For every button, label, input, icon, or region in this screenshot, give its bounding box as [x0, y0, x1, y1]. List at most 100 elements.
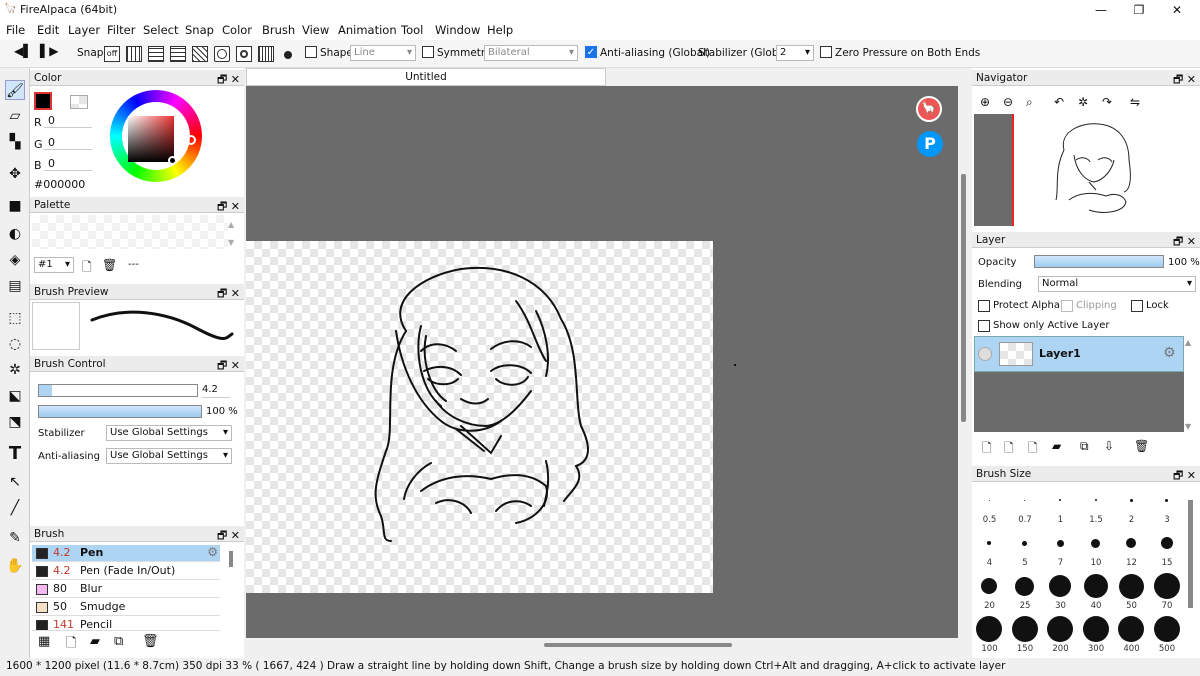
snap-diagonal-icon[interactable]	[192, 46, 208, 62]
snap-horizontal-icon[interactable]	[170, 46, 186, 62]
brush-size-option[interactable]: 70	[1150, 570, 1185, 613]
palette-swatches[interactable]	[32, 215, 228, 249]
brush-size-option[interactable]: 400	[1114, 613, 1149, 656]
merge-down-icon[interactable]: ⇩	[1104, 439, 1114, 453]
brush-size-option[interactable]: 4	[972, 527, 1007, 570]
bucket-tool-icon[interactable]: ◈	[5, 250, 25, 270]
brush-size-option[interactable]: 200	[1043, 613, 1078, 656]
brush-size-option[interactable]: 10	[1079, 527, 1114, 570]
brush-size-option[interactable]: 30	[1043, 570, 1078, 613]
menu-help[interactable]: Help	[487, 23, 513, 37]
new-8bit-layer-icon[interactable]: 🗋	[1004, 439, 1014, 460]
menu-select[interactable]: Select	[143, 23, 178, 37]
saturation-value-square[interactable]	[128, 116, 174, 162]
snap-radial-icon[interactable]	[236, 46, 252, 62]
brush-size-slider[interactable]	[38, 384, 198, 397]
brush-size-scrollbar[interactable]	[1188, 500, 1193, 608]
vertical-scrollbar[interactable]	[958, 86, 972, 638]
brush-size-option[interactable]: 2	[1114, 484, 1149, 527]
new-layer-icon[interactable]: 🗋	[982, 439, 992, 460]
brush-opacity-value[interactable]: 100 %	[206, 406, 238, 417]
folder-icon[interactable]: ▰	[1052, 439, 1061, 453]
brush-antialias-select[interactable]: Use Global Settings ▾	[106, 448, 232, 464]
brush-size-option[interactable]: 300	[1079, 613, 1114, 656]
dot-tool-icon[interactable]: ▚	[5, 132, 25, 152]
panel-controls-icon[interactable]: 🗗 ✕	[1173, 233, 1196, 252]
brush-size-option[interactable]: 7	[1043, 527, 1078, 570]
menu-tool[interactable]: Tool	[401, 23, 423, 37]
rotate-right-icon[interactable]: ↷	[1102, 95, 1112, 109]
brush-size-option[interactable]: 3	[1150, 484, 1185, 527]
snap-perspective-icon[interactable]	[258, 46, 274, 62]
b-input[interactable]: 0	[44, 157, 92, 171]
menu-filter[interactable]: Filter	[107, 23, 135, 37]
snap-settings-icon[interactable]	[284, 51, 292, 59]
drawing-canvas[interactable]	[246, 241, 713, 593]
snap-parallel-icon[interactable]	[126, 46, 142, 62]
next-frame-icon[interactable]: ▌▶	[40, 44, 58, 58]
canvas-viewport[interactable]: 🦙 P	[246, 86, 958, 638]
select-eraser-tool-icon[interactable]: ⬔	[5, 412, 25, 432]
text-tool-icon[interactable]: T	[5, 444, 25, 464]
rotate-left-icon[interactable]: ↶	[1054, 95, 1064, 109]
brush-item-pen-fade[interactable]: 4.2 Pen (Fade In/Out)	[32, 563, 220, 580]
snap-grid-icon[interactable]	[148, 46, 164, 62]
brush-size-value[interactable]: 4.2	[202, 384, 230, 398]
brush-size-option[interactable]: 0.7	[1008, 484, 1043, 527]
prev-frame-icon[interactable]: ◀▌	[14, 44, 32, 58]
brush-item-smudge[interactable]: 50 Smudge	[32, 599, 220, 616]
select-tool-icon[interactable]: ⬚	[5, 308, 25, 328]
divide-tool-icon[interactable]: ╱	[5, 498, 25, 518]
brush-tool-icon[interactable]: 🖌	[5, 80, 25, 100]
brush-size-option[interactable]: 20	[972, 570, 1007, 613]
color-picker-handle[interactable]	[168, 156, 177, 165]
lasso-tool-icon[interactable]: ◌	[5, 334, 25, 354]
duplicate-layer-icon[interactable]: ⧉	[1080, 439, 1089, 454]
snap-concentric-icon[interactable]	[214, 46, 230, 62]
duplicate-brush-icon[interactable]: ⧉	[114, 634, 123, 649]
eraser-tool-icon[interactable]: ▱	[5, 106, 25, 126]
layer-row[interactable]: Layer1 ⚙	[974, 336, 1184, 372]
gear-icon[interactable]: ⚙	[207, 545, 218, 559]
new-palette-icon[interactable]: 🗋	[82, 258, 92, 279]
delete-layer-icon[interactable]: 🗑	[1134, 439, 1149, 453]
operation-tool-icon[interactable]: ↖	[5, 472, 25, 492]
lock-checkbox[interactable]	[1131, 299, 1143, 312]
flip-horizontal-icon[interactable]: ⇋	[1130, 95, 1140, 109]
delete-palette-icon[interactable]: 🗑	[102, 258, 117, 272]
brush-size-option[interactable]: 5	[1008, 527, 1043, 570]
brush-stabilizer-select[interactable]: Use Global Settings ▾	[106, 425, 232, 441]
shape-checkbox[interactable]	[305, 46, 317, 58]
fill-tool-icon[interactable]: ◐	[5, 224, 25, 244]
close-button[interactable]: ✕	[1154, 0, 1200, 20]
move-tool-icon[interactable]: ✥	[5, 164, 25, 184]
brush-item-pen[interactable]: 4.2 Pen ⚙	[32, 545, 220, 562]
menu-animation[interactable]: Animation	[338, 23, 397, 37]
background-color-swatch[interactable]	[70, 95, 88, 109]
hex-value[interactable]: #000000	[34, 178, 85, 191]
zoom-out-icon[interactable]: ⊖	[1003, 95, 1013, 109]
palette-scroll-up-icon[interactable]: ▲	[228, 220, 234, 229]
menu-file[interactable]: File	[6, 23, 25, 37]
panel-controls-icon[interactable]: 🗗 ✕	[217, 357, 240, 376]
panel-controls-icon[interactable]: 🗗 ✕	[217, 71, 240, 90]
r-input[interactable]: 0	[44, 114, 92, 128]
menu-view[interactable]: View	[302, 23, 329, 37]
delete-brush-icon[interactable]: 🗑	[142, 634, 159, 649]
protect-alpha-checkbox[interactable]	[978, 299, 990, 312]
brush-opacity-slider[interactable]	[38, 405, 202, 418]
show-active-layer-checkbox[interactable]	[978, 319, 990, 332]
folder-icon[interactable]: ▰	[90, 634, 100, 649]
blending-select[interactable]: Normal ▾	[1038, 276, 1196, 292]
menu-layer[interactable]: Layer	[68, 23, 100, 37]
pixiv-icon[interactable]: P	[917, 131, 943, 157]
brush-size-option[interactable]: 500	[1150, 613, 1185, 656]
brush-size-option[interactable]: 25	[1008, 570, 1043, 613]
foreground-color-swatch[interactable]	[34, 92, 52, 110]
brush-item-blur[interactable]: 80 Blur	[32, 581, 220, 598]
clipping-checkbox[interactable]	[1061, 299, 1073, 312]
palette-scroll-down-icon[interactable]: ▼	[228, 238, 234, 247]
color-wheel[interactable]	[110, 90, 202, 182]
layer-scroll-down-icon[interactable]: ▼	[1185, 422, 1191, 431]
panel-controls-icon[interactable]: 🗗 ✕	[1173, 71, 1196, 90]
